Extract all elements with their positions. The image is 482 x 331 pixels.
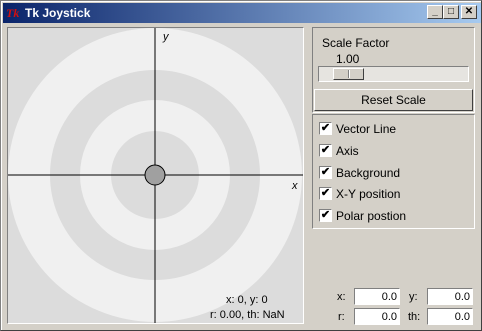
joystick-canvas[interactable]: x y x: 0, y: 0 r: 0.00, th: NaN	[7, 27, 304, 324]
scale-panel: Scale Factor 1.00 Reset Scale	[312, 27, 475, 113]
checkbox[interactable]: ✔	[319, 187, 332, 200]
option-label: Polar postion	[336, 209, 407, 223]
maximize-button[interactable]: □	[443, 5, 459, 19]
option-label: Vector Line	[336, 122, 397, 136]
checkbox[interactable]: ✔	[319, 166, 332, 179]
y-value-field[interactable]	[427, 288, 473, 305]
checkbox[interactable]: ✔	[319, 144, 332, 157]
y-field-label: y:	[409, 291, 418, 303]
x-axis-label: x	[291, 180, 298, 192]
options-panel: ✔ Vector Line ✔ Axis ✔ Background ✔ X-Y …	[312, 114, 475, 229]
joystick-window: Tk Tk Joystick _ □ ✕ x y x: 0, y: 0 r: 0…	[0, 0, 482, 331]
xy-readout: x: 0, y: 0	[226, 294, 268, 306]
scale-slider[interactable]	[318, 66, 469, 82]
checkbox[interactable]: ✔	[319, 209, 332, 222]
th-value-field[interactable]	[427, 308, 473, 325]
close-button[interactable]: ✕	[461, 5, 477, 19]
minimize-button[interactable]: _	[427, 5, 443, 19]
joystick-graphic: x y	[8, 28, 303, 323]
scale-slider-thumb[interactable]	[333, 68, 364, 80]
tk-feather-icon: Tk	[6, 6, 20, 20]
r-value-field[interactable]	[354, 308, 400, 325]
joystick-knob[interactable]	[144, 164, 166, 186]
x-value-field[interactable]	[354, 288, 400, 305]
th-field-label: th:	[408, 311, 421, 323]
checkbox[interactable]: ✔	[319, 122, 332, 135]
title-bar[interactable]: Tk Tk Joystick _ □ ✕	[3, 3, 481, 23]
option-label: Axis	[336, 144, 359, 158]
polar-readout: r: 0.00, th: NaN	[210, 309, 285, 321]
window-title: Tk Joystick	[25, 6, 91, 20]
option-label: X-Y position	[336, 187, 401, 201]
scale-factor-label: Scale Factor	[322, 36, 390, 50]
x-field-label: x:	[337, 291, 346, 303]
option-label: Background	[336, 166, 401, 180]
reset-scale-button[interactable]: Reset Scale	[314, 89, 473, 111]
r-field-label: r:	[338, 311, 345, 323]
scale-factor-value: 1.00	[336, 52, 360, 66]
